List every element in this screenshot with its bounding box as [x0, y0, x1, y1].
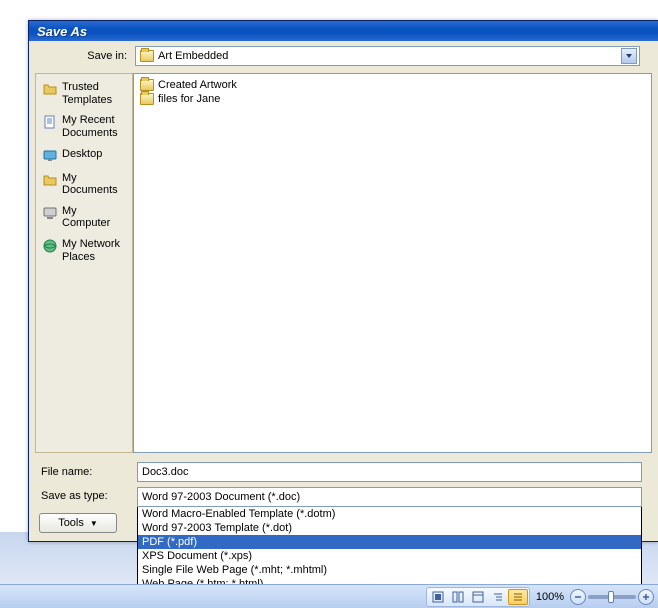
places-item-recent[interactable]: My Recent Documents	[38, 111, 130, 142]
place-label: My Recent Documents	[62, 114, 128, 139]
file-name: Created Artwork	[158, 79, 237, 91]
type-option[interactable]: Word 97-2003 Template (*.dot)	[138, 521, 641, 535]
save-as-type-dropdown[interactable]: Word Macro-Enabled Template (*.dotm)Word…	[137, 507, 642, 592]
places-item-folder-trusted[interactable]: Trusted Templates	[38, 78, 130, 109]
file-name-label: File name:	[37, 466, 137, 478]
recent-icon	[42, 114, 58, 130]
dialog-body: Save in: Art Embedded Trusted Templates M…	[29, 41, 658, 541]
places-bar: Trusted Templates My Recent Documents Desk…	[35, 73, 133, 453]
dialog-titlebar[interactable]: Save As	[29, 21, 658, 41]
main-area: Trusted Templates My Recent Documents Desk…	[35, 73, 652, 453]
zoom-out-button[interactable]	[570, 589, 586, 605]
save-in-label: Save in:	[35, 50, 135, 62]
print-layout-view-icon[interactable]	[428, 589, 448, 605]
tools-label: Tools	[58, 517, 84, 529]
folder-icon	[140, 93, 154, 105]
place-label: Desktop	[62, 148, 102, 161]
folder-icon	[140, 79, 154, 91]
desktop-icon	[42, 148, 58, 164]
save-as-type-label: Save as type:	[37, 487, 137, 502]
folder-trusted-icon	[42, 81, 58, 97]
file-item[interactable]: Created Artwork	[138, 78, 647, 92]
tools-button[interactable]: Tools ▼	[39, 513, 117, 533]
full-screen-reading-view-icon[interactable]	[448, 589, 468, 605]
file-list-pane[interactable]: Created Artwork files for Jane	[133, 73, 652, 453]
save-in-row: Save in: Art Embedded	[35, 45, 652, 67]
zoom-slider-thumb[interactable]	[608, 591, 614, 603]
network-icon	[42, 238, 58, 254]
place-label: Trusted Templates	[62, 81, 128, 106]
computer-icon	[42, 205, 58, 221]
type-option[interactable]: Word Macro-Enabled Template (*.dotm)	[138, 507, 641, 521]
save-in-value: Art Embedded	[158, 50, 228, 62]
web-layout-view-icon[interactable]	[468, 589, 488, 605]
place-label: My Network Places	[62, 238, 128, 263]
bottom-fields: File name: Save as type: Word 97-2003 Do…	[35, 461, 652, 592]
type-option[interactable]: XPS Document (*.xps)	[138, 549, 641, 563]
place-label: My Computer	[62, 205, 128, 230]
places-item-folder-docs[interactable]: My Documents	[38, 169, 130, 200]
file-name: files for Jane	[158, 93, 220, 105]
zoom-level-text[interactable]: 100%	[532, 591, 568, 603]
status-bar: 100%	[0, 584, 658, 608]
zoom-slider[interactable]	[588, 595, 636, 599]
folder-docs-icon	[42, 172, 58, 188]
place-label: My Documents	[62, 172, 128, 197]
places-item-computer[interactable]: My Computer	[38, 202, 130, 233]
save-as-type-combo[interactable]: Word 97-2003 Document (*.doc)	[137, 487, 642, 507]
save-in-combo[interactable]: Art Embedded	[135, 46, 640, 66]
dialog-title: Save As	[37, 24, 87, 39]
draft-view-icon[interactable]	[508, 589, 528, 605]
places-item-desktop[interactable]: Desktop	[38, 145, 130, 167]
save-as-type-row: Save as type: Word 97-2003 Document (*.d…	[37, 487, 652, 592]
save-as-dialog: Save As Save in: Art Embedded Trusted Te…	[28, 20, 658, 542]
type-option[interactable]: PDF (*.pdf)	[138, 535, 641, 549]
chevron-down-icon: ▼	[90, 519, 98, 528]
file-name-input[interactable]	[137, 462, 642, 482]
file-item[interactable]: files for Jane	[138, 92, 647, 106]
save-as-type-value: Word 97-2003 Document (*.doc)	[142, 491, 300, 503]
view-buttons-group	[426, 587, 530, 607]
places-item-network[interactable]: My Network Places	[38, 235, 130, 266]
chevron-down-icon[interactable]	[621, 48, 637, 64]
type-option[interactable]: Single File Web Page (*.mht; *.mhtml)	[138, 563, 641, 577]
zoom-in-button[interactable]	[638, 589, 654, 605]
outline-view-icon[interactable]	[488, 589, 508, 605]
file-name-row: File name:	[37, 461, 652, 483]
folder-icon	[140, 50, 154, 62]
